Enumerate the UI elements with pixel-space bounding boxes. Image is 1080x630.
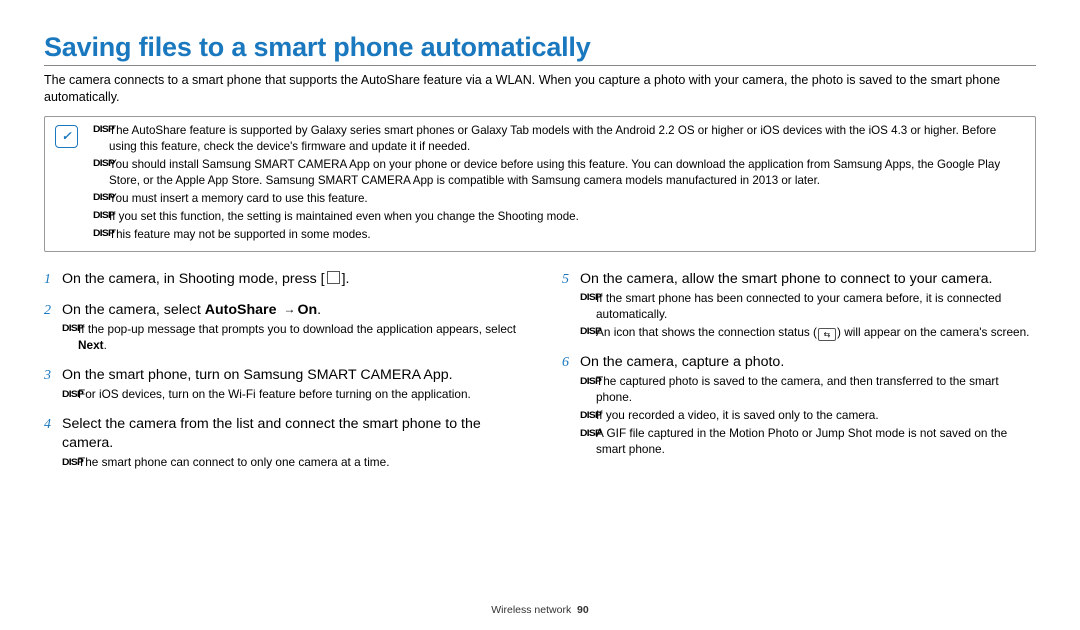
intro-text: The camera connects to a smart phone tha… [44, 72, 1036, 106]
note-item: DISPYou should install Samsung SMART CAM… [93, 157, 1025, 189]
step-main: 5On the camera, allow the smart phone to… [562, 270, 1036, 289]
step-number: 4 [44, 416, 51, 435]
step: 5On the camera, allow the smart phone to… [562, 270, 1036, 342]
menu-button-icon [327, 271, 340, 284]
bullet-icon: DISP [580, 377, 608, 386]
bullet-icon: DISP [580, 293, 608, 302]
bullet-icon: DISP [93, 229, 121, 238]
right-column: 5On the camera, allow the smart phone to… [562, 270, 1036, 484]
step-number: 5 [562, 271, 569, 290]
step-sub-item: DISPFor iOS devices, turn on the Wi-Fi f… [62, 387, 518, 403]
step-number: 1 [44, 271, 51, 290]
title-rule [44, 65, 1036, 66]
bold-term: Next [78, 338, 104, 352]
bullet-icon: DISP [62, 390, 90, 399]
checkmark-box-icon: ✓ [55, 125, 78, 148]
step-sub-item: DISPThe captured photo is saved to the c… [580, 374, 1036, 406]
page-footer: Wireless network 90 [0, 604, 1080, 616]
step-sub-list: DISPThe captured photo is saved to the c… [580, 374, 1036, 458]
bold-term: AutoShare [205, 302, 277, 318]
step-main: 2On the camera, select AutoShare→On. [44, 301, 518, 320]
note-item: DISPThe AutoShare feature is supported b… [93, 123, 1025, 155]
bullet-icon: DISP [62, 324, 90, 333]
step-sub-item: DISPAn icon that shows the connection st… [580, 325, 1036, 342]
step-number: 6 [562, 354, 569, 373]
left-column: 1On the camera, in Shooting mode, press … [44, 270, 518, 484]
step-sub-item: DISPA GIF file captured in the Motion Ph… [580, 426, 1036, 458]
step: 4Select the camera from the list and con… [44, 415, 518, 471]
bullet-icon: DISP [580, 327, 608, 336]
step-number: 2 [44, 302, 51, 321]
step-sub-item: DISPIf the smart phone has been connecte… [580, 291, 1036, 323]
step-main: 4Select the camera from the list and con… [44, 415, 518, 453]
step: 2On the camera, select AutoShare→On.DISP… [44, 301, 518, 354]
note-icon-col: ✓ [55, 123, 83, 245]
arrow-icon: → [283, 301, 293, 317]
note-list: DISPThe AutoShare feature is supported b… [93, 123, 1025, 245]
bullet-icon: DISP [93, 193, 121, 202]
footer-page-number: 90 [577, 604, 589, 616]
step-number: 3 [44, 367, 51, 386]
note-box: ✓ DISPThe AutoShare feature is supported… [44, 116, 1036, 252]
step: 1On the camera, in Shooting mode, press … [44, 270, 518, 289]
connection-status-icon: ⇆ [818, 328, 836, 341]
bold-term: On [297, 302, 317, 318]
bullet-icon: DISP [93, 125, 121, 134]
step: 3On the smart phone, turn on Samsung SMA… [44, 366, 518, 403]
content-columns: 1On the camera, in Shooting mode, press … [44, 270, 1036, 484]
manual-page: Saving files to a smart phone automatica… [0, 0, 1080, 630]
note-item: DISPThis feature may not be supported in… [93, 227, 1025, 243]
bullet-icon: DISP [93, 159, 121, 168]
step-sub-list: DISPFor iOS devices, turn on the Wi-Fi f… [62, 387, 518, 403]
step-main: 3On the smart phone, turn on Samsung SMA… [44, 366, 518, 385]
step-sub-item: DISPIf you recorded a video, it is saved… [580, 408, 1036, 424]
step-sub-item: DISPThe smart phone can connect to only … [62, 455, 518, 471]
footer-section: Wireless network [491, 604, 571, 616]
bullet-icon: DISP [93, 211, 121, 220]
step-sub-list: DISPThe smart phone can connect to only … [62, 455, 518, 471]
page-title: Saving files to a smart phone automatica… [44, 32, 1036, 63]
bullet-icon: DISP [62, 458, 90, 467]
step-sub-item: DISPIf the pop-up message that prompts y… [62, 322, 518, 354]
step: 6On the camera, capture a photo. DISPThe … [562, 353, 1036, 458]
note-item: DISPIf you set this function, the settin… [93, 209, 1025, 225]
note-item: DISPYou must insert a memory card to use… [93, 191, 1025, 207]
step-main: 6On the camera, capture a photo. [562, 353, 1036, 372]
bullet-icon: DISP [580, 429, 608, 438]
bullet-icon: DISP [580, 411, 608, 420]
step-sub-list: DISPIf the smart phone has been connecte… [580, 291, 1036, 341]
step-sub-list: DISPIf the pop-up message that prompts y… [62, 322, 518, 354]
step-main: 1On the camera, in Shooting mode, press … [44, 270, 518, 289]
